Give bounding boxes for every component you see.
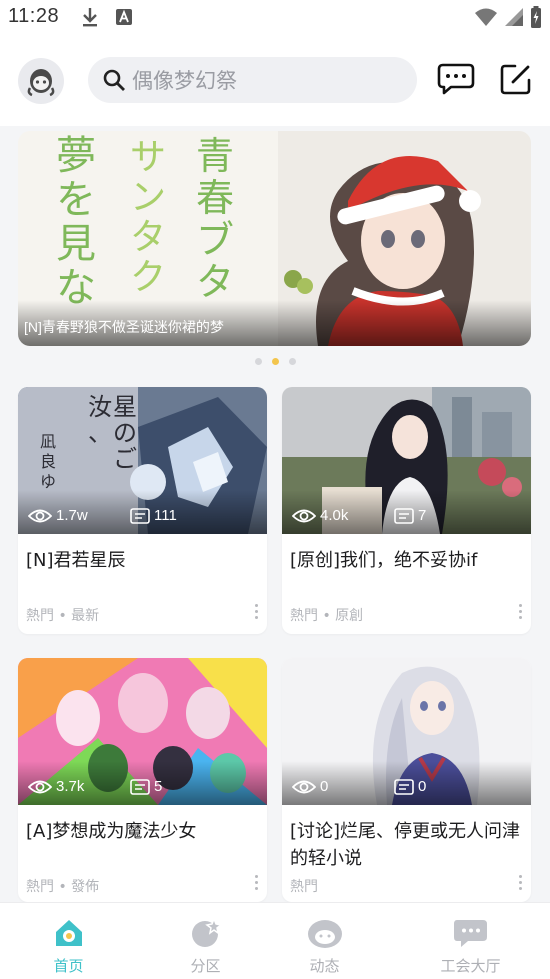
- status-bar: 11:28: [0, 0, 550, 36]
- banner-caption-bar: [N]青春野狼不做圣诞迷你裙的梦: [18, 300, 531, 346]
- eye-icon: [292, 780, 316, 793]
- guild-hall-icon: [453, 920, 487, 947]
- more-options-icon[interactable]: [519, 875, 523, 893]
- comment-count: 7: [394, 507, 426, 524]
- banner-caption: [N]青春野狼不做圣诞迷你裙的梦: [24, 319, 224, 335]
- nav-item-guild-hall[interactable]: 工会大厅: [402, 903, 539, 979]
- home-icon: [55, 920, 82, 946]
- svg-text:凪良ゆ: 凪良ゆ: [40, 432, 56, 491]
- post-card[interactable]: 4.0k 7 [原创]我们，绝不妥协if 熱門 • 原創: [282, 387, 531, 634]
- nav-item-feed[interactable]: 动态: [256, 903, 393, 979]
- chat-bubble-icon[interactable]: [437, 62, 475, 96]
- post-meta: 熱門: [290, 879, 318, 895]
- comment-icon: [130, 778, 150, 795]
- post-thumbnail: 4.0k 7: [282, 387, 531, 534]
- comment-count: 111: [130, 507, 177, 524]
- status-time: 11:28: [8, 5, 60, 27]
- post-stats: 1.7w 111: [18, 490, 267, 534]
- signal-icon: [505, 8, 523, 26]
- more-options-icon[interactable]: [255, 604, 259, 622]
- eye-icon: [28, 780, 52, 793]
- top-header: 偶像梦幻祭: [0, 36, 550, 126]
- comment-icon: [130, 507, 150, 524]
- comment-count: 0: [394, 778, 426, 795]
- post-meta: 熱門 • 發佈: [26, 879, 100, 895]
- view-count: 1.7w: [28, 507, 88, 524]
- comment-count: 5: [130, 778, 162, 795]
- search-placeholder: 偶像梦幻祭: [132, 69, 237, 93]
- carousel-dot-active[interactable]: [271, 358, 279, 365]
- banner-carousel[interactable]: 青春ブタ サンタク 夢を見な [N]青春野狼不做圣诞迷你裙的梦: [18, 131, 531, 346]
- bottom-navigation: 首页 分区 动态 工会大厅: [0, 902, 550, 979]
- banner-art-text-1: 青春ブタ: [196, 134, 234, 304]
- carousel-dot[interactable]: [254, 358, 262, 365]
- carousel-indicator: [0, 358, 550, 370]
- post-thumbnail: 0 0: [282, 658, 531, 805]
- a-notification-icon: [116, 9, 132, 25]
- eye-icon: [292, 509, 316, 522]
- carousel-dot[interactable]: [288, 358, 296, 365]
- post-meta: 熱門 • 原創: [290, 608, 364, 624]
- edit-icon[interactable]: [499, 62, 533, 96]
- post-title: [A]梦想成为魔法少女: [26, 821, 197, 842]
- nav-item-category[interactable]: 分区: [137, 903, 274, 979]
- view-count: 0: [292, 778, 328, 795]
- banner-art-text-3: 夢を見な: [56, 133, 96, 311]
- view-count: 3.7k: [28, 778, 84, 795]
- post-stats: 3.7k 5: [18, 761, 267, 805]
- post-card[interactable]: 汝、 星のご 凪良ゆ 1.7w 111 [N]君若星辰 熱門 • 最新: [18, 387, 267, 634]
- comment-icon: [394, 778, 414, 795]
- category-icon: [191, 917, 222, 947]
- post-title: [N]君若星辰: [26, 550, 126, 571]
- app-mascot-icon[interactable]: [18, 58, 64, 104]
- more-options-icon[interactable]: [255, 875, 259, 893]
- svg-text:星のご: 星のご: [113, 393, 137, 473]
- more-options-icon[interactable]: [519, 604, 523, 622]
- feed-icon: [307, 920, 342, 948]
- eye-icon: [28, 509, 52, 522]
- svg-text:汝、: 汝、: [88, 393, 112, 447]
- banner-art-text-2: サンタク: [130, 137, 166, 298]
- comment-icon: [394, 507, 414, 524]
- wifi-icon: [475, 8, 497, 26]
- post-stats: 0 0: [282, 761, 531, 805]
- search-bar[interactable]: 偶像梦幻祭: [88, 57, 417, 103]
- post-stats: 4.0k 7: [282, 490, 531, 534]
- post-card[interactable]: 3.7k 5 [A]梦想成为魔法少女 熱門 • 發佈: [18, 658, 267, 902]
- battery-icon: [531, 6, 541, 28]
- post-title: [原创]我们，绝不妥协if: [290, 550, 478, 571]
- nav-item-home[interactable]: 首页: [0, 903, 137, 979]
- post-card[interactable]: 0 0 [讨论]烂尾、停更或无人问津的轻小说 熱門: [282, 658, 531, 902]
- post-title: [讨论]烂尾、停更或无人问津的轻小说: [290, 821, 521, 869]
- view-count: 4.0k: [292, 507, 348, 524]
- post-thumbnail: 3.7k 5: [18, 658, 267, 805]
- post-meta: 熱門 • 最新: [26, 608, 100, 624]
- post-thumbnail: 汝、 星のご 凪良ゆ 1.7w 111: [18, 387, 267, 534]
- search-icon: [103, 69, 125, 91]
- download-icon: [83, 8, 97, 27]
